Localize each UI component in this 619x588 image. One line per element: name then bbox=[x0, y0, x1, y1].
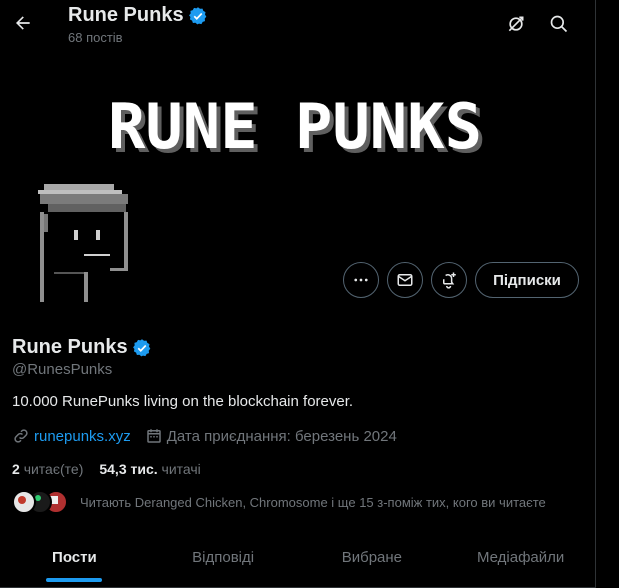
tab-posts[interactable]: Пости bbox=[0, 536, 149, 588]
profile-tabs: Пости Відповіді Вибране Медіафайли bbox=[0, 536, 595, 588]
verified-badge-icon bbox=[188, 6, 206, 24]
profile-name: Rune Punks bbox=[12, 336, 128, 358]
side-gutter bbox=[596, 0, 619, 588]
header-title: Rune Punks bbox=[68, 4, 184, 26]
verified-badge-icon bbox=[132, 338, 150, 356]
profile-stats: 2 читає(те) 54,3 тис. читачі bbox=[12, 461, 201, 477]
banner-logo: RUNE PUNKS RUNE PUNKS bbox=[108, 98, 486, 156]
top-bar: Rune Punks 68 постів bbox=[0, 0, 595, 50]
tab-label: Пости bbox=[52, 549, 97, 566]
follower-avatar bbox=[12, 490, 36, 514]
more-button[interactable] bbox=[343, 262, 379, 298]
tab-label: Медіафайли bbox=[476, 549, 565, 566]
followers-label: читачі bbox=[161, 461, 201, 477]
followers-count: 54,3 тис. bbox=[99, 461, 158, 477]
svg-text:RUNE PUNKS: RUNE PUNKS bbox=[108, 98, 482, 156]
tab-replies[interactable]: Відповіді bbox=[149, 536, 298, 588]
search-icon bbox=[550, 15, 568, 33]
tab-active-indicator bbox=[46, 578, 103, 582]
following-button[interactable]: Підписки bbox=[475, 262, 579, 298]
back-button[interactable] bbox=[8, 6, 38, 40]
bell-plus-icon bbox=[443, 272, 456, 289]
tab-highlights[interactable]: Вибране bbox=[298, 536, 447, 588]
profile-join-date: Дата приєднання: березень 2024 bbox=[166, 427, 397, 445]
profile-actions: Підписки bbox=[0, 262, 595, 298]
message-button[interactable] bbox=[387, 262, 423, 298]
posts-count: 68 постів bbox=[68, 30, 123, 45]
back-arrow-icon bbox=[16, 16, 30, 30]
tab-media[interactable]: Медіафайли bbox=[446, 536, 595, 588]
followers-you-know-text: Читають Deranged Chicken, Chromosome і щ… bbox=[80, 494, 546, 510]
grok-button[interactable] bbox=[504, 12, 528, 36]
calendar-icon bbox=[146, 429, 161, 443]
tab-label: Вибране bbox=[341, 549, 403, 566]
more-icon bbox=[354, 278, 368, 282]
link-icon bbox=[14, 429, 28, 443]
envelope-icon bbox=[397, 274, 413, 286]
following-label: читає(те) bbox=[23, 461, 84, 477]
tab-label: Відповіді bbox=[192, 549, 255, 566]
header-title-block: Rune Punks 68 постів bbox=[68, 4, 208, 45]
profile-name-row: Rune Punks bbox=[12, 336, 152, 359]
following-count: 2 bbox=[12, 461, 20, 477]
grok-icon bbox=[508, 16, 524, 32]
profile-handle: @RunesPunks bbox=[12, 361, 113, 378]
followers-stat[interactable]: 54,3 тис. читачі bbox=[99, 461, 200, 477]
search-button[interactable] bbox=[547, 12, 571, 36]
profile-bio: 10.000 RunePunks living on the blockchai… bbox=[12, 393, 354, 410]
following-stat[interactable]: 2 читає(те) bbox=[12, 461, 83, 477]
followers-you-know[interactable]: Читають Deranged Chicken, Chromosome і щ… bbox=[12, 490, 546, 514]
profile-website-link[interactable]: runepunks.xyz bbox=[34, 428, 131, 445]
profile-meta: runepunks.xyz Дата приєднання: березень … bbox=[12, 427, 397, 445]
notify-button[interactable] bbox=[431, 262, 467, 298]
